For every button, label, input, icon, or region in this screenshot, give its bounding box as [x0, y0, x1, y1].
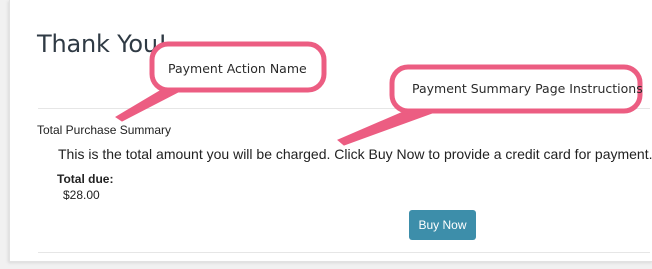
- callout-label-instructions: Payment Summary Page Instructions: [412, 81, 643, 96]
- callout-overlay: [115, 41, 643, 146]
- callout-label-action-name: Payment Action Name: [168, 61, 307, 76]
